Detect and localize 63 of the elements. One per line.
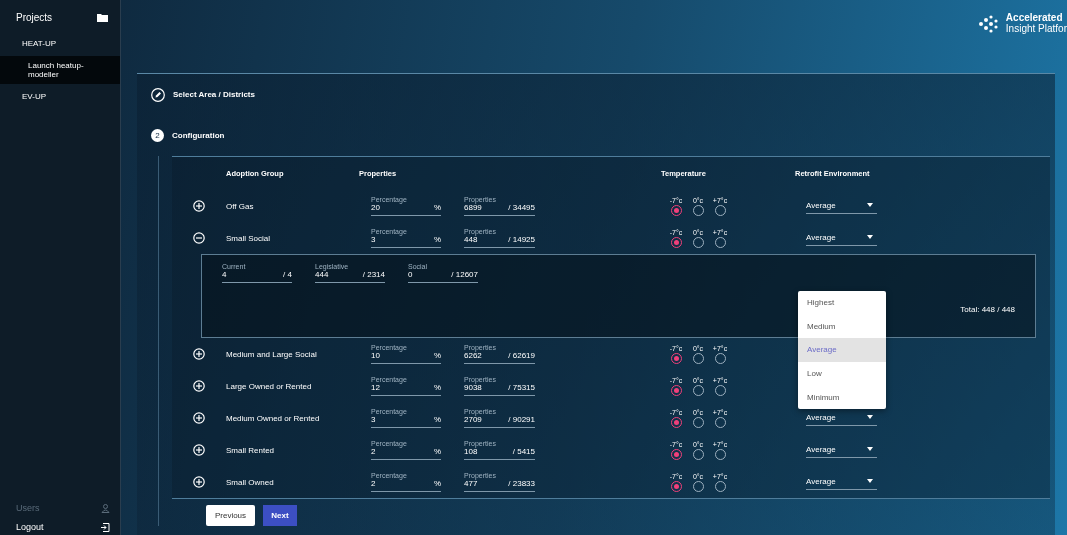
properties-field[interactable]: 6899 / 34495 [464,204,535,216]
menu-option[interactable]: Medium [798,314,886,339]
group-name: Small Owned [226,477,275,487]
retrofit-select[interactable]: Average [806,410,877,426]
caret-icon [867,447,873,451]
percentage-field[interactable]: 3 % [371,416,441,428]
allocation-field[interactable]: 0 / 12607 [408,271,478,283]
percentage-field[interactable]: 10 % [371,352,441,364]
caret-icon [867,235,873,239]
step-number: 2 [151,129,164,142]
retrofit-select[interactable]: Average [806,474,877,490]
caret-icon [867,203,873,207]
menu-option[interactable]: Minimum [798,385,886,409]
properties-field[interactable]: 2709 / 90291 [464,416,535,428]
expand-icon[interactable] [193,476,205,488]
collapse-icon[interactable] [193,232,205,244]
properties-field[interactable]: 477 / 23833 [464,480,535,492]
total-text: Total: 448 / 448 [960,305,1015,314]
person-icon [101,503,110,513]
percentage-field[interactable]: 2 % [371,448,441,460]
sidebar-item[interactable]: EV-UP [0,84,120,110]
percentage-field[interactable]: 2 % [371,480,441,492]
folder-icon[interactable] [97,13,108,22]
step-label[interactable]: Configuration [172,131,225,140]
sidebar-title: Projects [16,12,53,23]
group-name: Small Rented [226,445,276,455]
percentage-field[interactable]: 3 % [371,236,441,248]
logout-link[interactable]: Logout [16,522,44,532]
allocation-field[interactable]: 444 / 2314 [315,271,385,283]
percentage-field[interactable]: 12 % [371,384,441,396]
menu-option[interactable]: Highest [798,291,886,315]
properties-field[interactable]: 448 / 14925 [464,236,535,248]
retrofit-select[interactable]: Average [806,442,877,458]
percentage-field[interactable]: 20 % [371,204,441,216]
expand-icon[interactable] [193,412,205,424]
retrofit-select[interactable]: Average [806,230,877,246]
expand-icon[interactable] [193,200,205,212]
menu-option[interactable]: Average [798,338,886,362]
group-name: Medium and Large Social [226,349,318,359]
sidebar-item[interactable]: HEAT-UP [0,31,120,56]
previous-button[interactable]: Previous [206,505,255,526]
next-button[interactable]: Next [263,505,297,526]
properties-field[interactable]: 9038 / 75315 [464,384,535,396]
sidebar-item[interactable]: Launch heatup-modeller [0,56,120,85]
properties-field[interactable]: 6262 / 62619 [464,352,535,364]
logout-icon [100,522,110,532]
expand-icon[interactable] [193,380,205,392]
expand-icon[interactable] [193,444,205,456]
step-label[interactable]: Select Area / Districts [173,90,255,99]
group-name: Large Owned or Rented [226,381,313,391]
group-name: Off Gas [226,201,255,211]
logo-text: Accelerated Insight Platfor [1005,13,1067,34]
group-name: Medium Owned or Rented [226,413,321,423]
logo-icon [977,14,1000,33]
menu-option[interactable]: Low [798,361,886,386]
caret-icon [867,415,873,419]
allocation-field[interactable]: 4 / 4 [222,271,292,283]
edit-icon [151,87,165,102]
caret-icon [867,479,873,483]
retrofit-select[interactable]: Average [806,198,877,214]
group-name: Small Social [226,233,271,243]
expand-icon[interactable] [193,348,205,360]
properties-field[interactable]: 108 / 5415 [464,448,535,460]
